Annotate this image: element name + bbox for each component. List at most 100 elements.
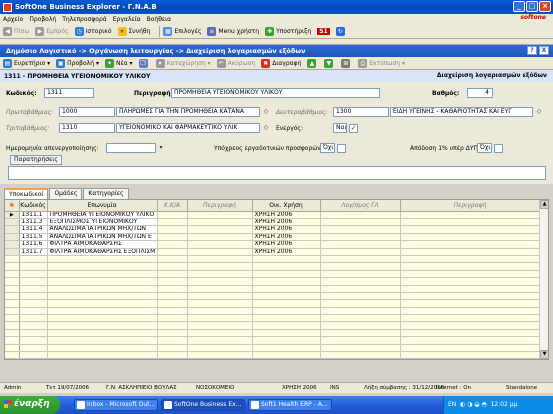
cell-code[interactable] — [19, 321, 48, 330]
back-button[interactable]: ◀ Πίσω — [3, 27, 29, 36]
cell-kka[interactable] — [157, 218, 188, 227]
row-indicator[interactable] — [5, 299, 20, 308]
cell-name[interactable] — [47, 351, 158, 359]
cell-year[interactable] — [252, 351, 321, 359]
row-indicator[interactable] — [5, 225, 20, 234]
empty-row[interactable] — [5, 270, 541, 279]
grade-field[interactable]: 4 — [467, 88, 493, 98]
cell-desc[interactable] — [187, 292, 253, 301]
empty-row[interactable] — [5, 314, 541, 323]
tab-categories[interactable]: Κατηγορίες — [83, 188, 129, 199]
forward-button[interactable]: ▶ Εμπρός — [35, 27, 69, 36]
code-field[interactable]: 1311 — [44, 88, 94, 98]
task-outlook[interactable]: Inbox - Microsoft Out... — [74, 399, 158, 411]
cancel-button[interactable]: ↶ Ακύρωση — [216, 58, 255, 68]
up-button[interactable]: ▲ — [307, 58, 318, 68]
cell-gl-account[interactable] — [320, 233, 401, 242]
tertiary-code-field[interactable]: 1310 — [59, 123, 115, 133]
menu-file[interactable]: Αρχείο — [0, 16, 26, 23]
cell-kka[interactable] — [157, 277, 188, 286]
cell-name[interactable] — [47, 329, 158, 338]
new-button[interactable]: ✦ Νέα ▾ — [104, 58, 133, 68]
cell-gl-account[interactable] — [320, 248, 401, 256]
user-menu-button[interactable]: ≡ Menu χρήστη — [207, 27, 259, 36]
cell-kka[interactable] — [157, 262, 188, 271]
cell-kka[interactable] — [157, 329, 188, 338]
cell-gl-desc[interactable] — [400, 285, 541, 293]
cell-gl-desc[interactable] — [400, 248, 541, 256]
cell-year[interactable]: ΧΡΗΣΗ 2006 — [252, 211, 321, 219]
row-indicator[interactable] — [5, 240, 20, 249]
empty-row[interactable] — [5, 344, 541, 353]
cell-name[interactable] — [47, 255, 158, 264]
cell-code[interactable] — [19, 255, 48, 264]
cell-gl-account[interactable] — [320, 292, 401, 301]
cell-desc[interactable] — [187, 321, 253, 330]
col-header-year[interactable]: Οικ. Χρήση — [252, 200, 321, 212]
cell-code[interactable] — [19, 262, 48, 271]
cell-gl-account[interactable] — [320, 321, 401, 330]
cell-gl-desc[interactable] — [400, 240, 541, 249]
cell-kka[interactable] — [157, 225, 188, 234]
secondary-desc-field[interactable]: ΕΙΔΗ ΥΓΕΙΝΗΣ - ΚΑΘΑΡΙΟΤΗΤΑΣ ΚΑΙ ΕΥΓ — [390, 107, 533, 117]
row-indicator[interactable] — [5, 314, 20, 323]
col-header-kka[interactable]: Κ.Κ/Α — [157, 200, 188, 212]
primary-lookup-icon[interactable]: ◇ — [262, 108, 270, 116]
cell-year[interactable] — [252, 299, 321, 308]
active-field[interactable]: Ναι — [333, 123, 347, 133]
cell-gl-desc[interactable] — [400, 292, 541, 301]
col-header-desc[interactable]: Περιγραφή — [187, 200, 253, 212]
task-soft1-health[interactable]: Soft1 Health ERP - A... — [248, 399, 332, 411]
cell-gl-account[interactable] — [320, 329, 401, 338]
close-panel-button[interactable]: X — [539, 46, 549, 55]
cell-kka[interactable] — [157, 321, 188, 330]
cell-year[interactable]: ΧΡΗΣΗ 2006 — [252, 233, 321, 242]
cell-year[interactable] — [252, 285, 321, 293]
grid-scrollbar[interactable]: ▲ ▼ — [539, 200, 548, 359]
notes-field[interactable] — [8, 166, 546, 180]
cell-desc[interactable] — [187, 270, 253, 279]
cell-code[interactable]: 1311.7 — [19, 248, 48, 256]
cell-code[interactable]: 1311.5 — [19, 233, 48, 242]
row-indicator[interactable] — [5, 344, 20, 353]
row-indicator[interactable] — [5, 292, 20, 301]
menu-view[interactable]: Προβολή — [26, 16, 59, 23]
cell-kka[interactable] — [157, 336, 188, 345]
cell-name[interactable] — [47, 336, 158, 345]
print-button[interactable]: ⎙ Εκτύπωση ▾ — [358, 58, 405, 68]
cell-kka[interactable] — [157, 248, 188, 256]
empty-row[interactable] — [5, 262, 541, 271]
cell-name[interactable]: ΑΝΑΛΩΣΙΜΑ ΙΑΤΡΙΚΩΝ ΜΗΧ/ΤΩΝ Ε — [47, 233, 158, 242]
cell-code[interactable] — [19, 270, 48, 279]
cell-gl-desc[interactable] — [400, 336, 541, 345]
cell-kka[interactable] — [157, 233, 188, 242]
cell-gl-desc[interactable] — [400, 270, 541, 279]
s1-button[interactable]: S1 — [317, 28, 330, 35]
cell-desc[interactable] — [187, 211, 253, 219]
empty-row[interactable] — [5, 307, 541, 316]
cell-desc[interactable] — [187, 262, 253, 271]
tertiary-desc-field[interactable]: ΥΓΕΙΟΝΟΜΙΚΟ ΚΑΙ ΦΑΡΜΑΚΕΥΤΙΚΟ ΥΛΙΚ — [116, 123, 260, 133]
cell-gl-desc[interactable] — [400, 321, 541, 330]
row-indicator[interactable] — [5, 307, 20, 316]
cell-gl-desc[interactable] — [400, 262, 541, 271]
cell-name[interactable] — [47, 292, 158, 301]
cell-name[interactable] — [47, 314, 158, 323]
tab-groups[interactable]: Ομάδες — [49, 188, 83, 199]
col-header-code[interactable]: Κωδικός — [19, 200, 48, 212]
options-button[interactable]: ▦ Επιλογές — [163, 27, 201, 36]
calendar-dropdown-icon[interactable]: ▾ — [157, 144, 165, 152]
cell-gl-account[interactable] — [320, 218, 401, 227]
cell-year[interactable] — [252, 336, 321, 345]
favorites-button[interactable]: ★ Συνήθη — [117, 27, 150, 36]
cell-year[interactable] — [252, 344, 321, 353]
cell-gl-desc[interactable] — [400, 344, 541, 353]
cell-desc[interactable] — [187, 218, 253, 227]
empty-row[interactable] — [5, 299, 541, 308]
cell-code[interactable]: 1311.3 — [19, 218, 48, 227]
cell-gl-account[interactable] — [320, 277, 401, 286]
cell-desc[interactable] — [187, 299, 253, 308]
tertiary-lookup-icon[interactable]: ◇ — [262, 124, 270, 132]
cell-gl-account[interactable] — [320, 285, 401, 293]
cell-kka[interactable] — [157, 255, 188, 264]
